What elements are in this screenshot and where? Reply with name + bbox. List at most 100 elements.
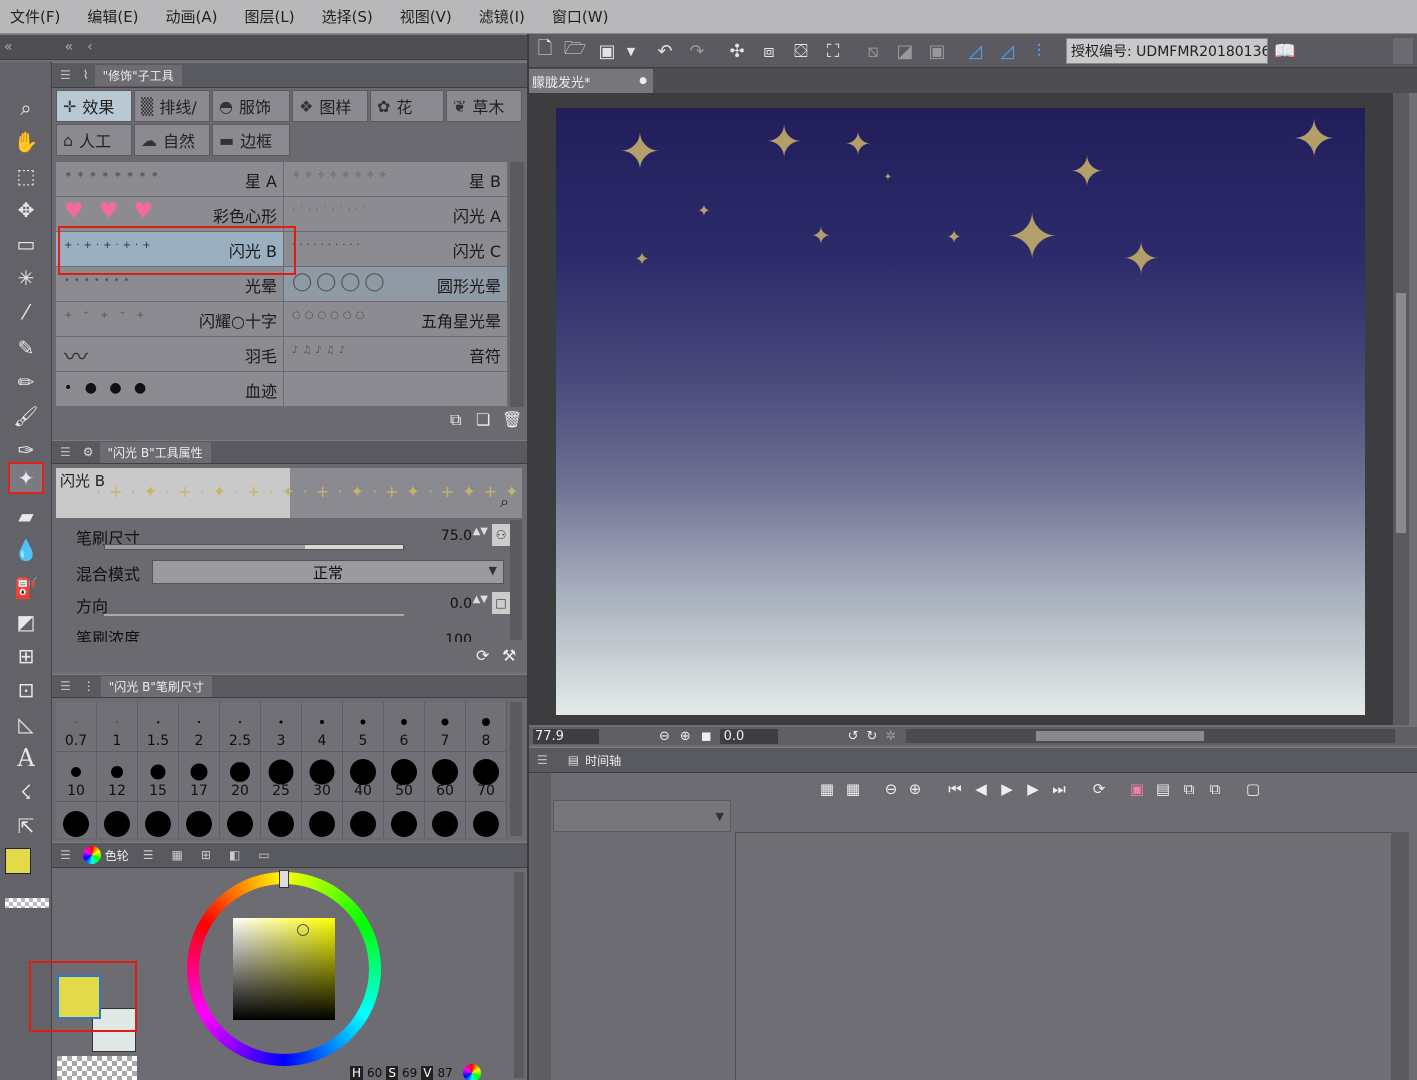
brush-size-scrollbar[interactable] bbox=[510, 702, 522, 836]
menu-select[interactable]: 选择(S) bbox=[322, 6, 373, 27]
brush-size-option[interactable]: 5 bbox=[343, 702, 384, 752]
brush-size-option[interactable]: 4 bbox=[302, 702, 343, 752]
snap-special-ruler-icon[interactable]: ◿ bbox=[994, 38, 1020, 64]
brush-size-option[interactable] bbox=[302, 802, 343, 838]
tab-plants[interactable]: ❦ 草木 bbox=[446, 90, 522, 122]
pencil-tool-icon[interactable]: ✏ bbox=[8, 366, 44, 398]
brush-size-option[interactable]: 40 bbox=[343, 752, 384, 802]
brush-size-option[interactable]: 1 bbox=[97, 702, 138, 752]
intermediate-color-tab-icon[interactable]: ⊞ bbox=[201, 848, 211, 862]
panel-menu-icon[interactable]: ☰ bbox=[60, 679, 71, 693]
brush-tool-icon[interactable]: 🖌 bbox=[8, 400, 44, 432]
brush-size-option[interactable]: 30 bbox=[302, 752, 343, 802]
direction-slider[interactable] bbox=[104, 614, 404, 616]
timeline-title[interactable]: 时间轴 bbox=[585, 752, 621, 769]
onion-skin-icon[interactable]: ⧉ bbox=[1178, 778, 1200, 800]
deselect-icon[interactable]: ⧅ bbox=[860, 38, 886, 64]
zoom-out-icon[interactable]: ⊖ bbox=[659, 729, 670, 744]
spin-arrows-icon[interactable]: ▲▼ bbox=[473, 594, 488, 605]
blend-mode-select[interactable]: 正常 ▼ bbox=[152, 560, 504, 584]
text-tool-icon[interactable]: A bbox=[8, 742, 44, 774]
canvas-hscroll[interactable] bbox=[906, 729, 1395, 743]
menu-filter[interactable]: 滤镜(I) bbox=[479, 6, 525, 27]
brush-size-option[interactable]: 12 bbox=[97, 752, 138, 802]
canvas-vscroll[interactable] bbox=[1393, 93, 1409, 725]
brush-size-option[interactable]: 2 bbox=[179, 702, 220, 752]
brush-size-option[interactable]: 25 bbox=[261, 752, 302, 802]
brush-size-option[interactable]: 70 bbox=[466, 752, 507, 802]
auto-select-icon[interactable]: ✳ bbox=[8, 262, 44, 294]
clear-icon[interactable]: ✣ bbox=[724, 38, 750, 64]
blend-tool-icon[interactable]: 💧 bbox=[8, 534, 44, 566]
menu-layer[interactable]: 图层(L) bbox=[245, 6, 295, 27]
new-file-icon[interactable]: 🗋 bbox=[532, 38, 558, 64]
panel-menu-icon[interactable]: ☰ bbox=[537, 753, 548, 767]
brush-size-option[interactable]: 50 bbox=[384, 752, 425, 802]
brush-size-option[interactable]: 60 bbox=[425, 752, 466, 802]
snap-ruler-icon[interactable]: ◿ bbox=[962, 38, 988, 64]
timeline-zoom-in-icon[interactable]: ⊕ bbox=[904, 778, 926, 800]
color-wheel-mode-icon[interactable] bbox=[462, 1064, 481, 1080]
layer-clear-icon[interactable]: ⧈ bbox=[756, 38, 782, 64]
new-timeline-icon[interactable]: ▦ bbox=[816, 778, 838, 800]
brush-size-option[interactable]: 6 bbox=[384, 702, 425, 752]
hue-handle[interactable] bbox=[279, 870, 289, 888]
timeline-track-area[interactable] bbox=[735, 832, 1391, 1080]
brush-size-option[interactable] bbox=[384, 802, 425, 838]
brush-size-option[interactable]: 2.5 bbox=[220, 702, 261, 752]
subtool-blood[interactable]: • ● ● ● 血迹 bbox=[56, 372, 284, 407]
transparent-color-small[interactable] bbox=[5, 898, 49, 908]
first-frame-icon[interactable]: ⏮ bbox=[944, 778, 966, 800]
fill-icon[interactable]: ⛋ bbox=[788, 38, 814, 64]
subtool-feather[interactable]: 〰羽毛 bbox=[56, 337, 284, 372]
brush-size-option[interactable]: 8 bbox=[466, 702, 507, 752]
balloon-tool-icon[interactable]: ☇ bbox=[8, 776, 44, 808]
tab-clothing[interactable]: ◓ 服饰 bbox=[212, 90, 290, 122]
new-subtool-icon[interactable]: ❏ bbox=[476, 410, 490, 429]
brush-size-option[interactable] bbox=[56, 802, 97, 838]
transparent-color-swatch[interactable] bbox=[57, 1056, 137, 1080]
brush-size-option[interactable] bbox=[343, 802, 384, 838]
zoom-in-icon[interactable]: ⊕ bbox=[680, 729, 691, 744]
timeline-select[interactable]: ▼ bbox=[553, 800, 731, 832]
tab-flower[interactable]: ✿ 花 bbox=[370, 90, 444, 122]
panel-menu-icon[interactable]: ☰ bbox=[60, 445, 71, 459]
eyedropper-icon[interactable]: ⁄ bbox=[8, 296, 44, 328]
hand-tool-icon[interactable]: ✋ bbox=[8, 126, 44, 158]
brush-size-option[interactable]: 1.5 bbox=[138, 702, 179, 752]
color-set-tab-icon[interactable]: ▦ bbox=[172, 848, 183, 862]
brush-size-option[interactable]: 0.7 bbox=[56, 702, 97, 752]
subtool-star-a[interactable]: ✶✶✶✶✶✶✶✶ 星 A bbox=[56, 162, 284, 197]
light-table-icon[interactable]: ⧉ bbox=[1204, 778, 1226, 800]
redo-icon[interactable]: ↷ bbox=[684, 38, 710, 64]
color-slider-tab-icon[interactable]: ☰ bbox=[143, 848, 154, 862]
brush-size-option[interactable] bbox=[466, 802, 507, 838]
menu-edit[interactable]: 编辑(E) bbox=[87, 6, 138, 27]
brush-size-option[interactable] bbox=[179, 802, 220, 838]
undo-icon[interactable]: ↶ bbox=[652, 38, 678, 64]
decoration-tool-icon[interactable]: ✦ bbox=[8, 462, 44, 494]
ruler-tool-icon[interactable]: ◺ bbox=[8, 708, 44, 740]
subtool-music-notes[interactable]: ♪♫♪♫♪ 音符 bbox=[284, 337, 508, 372]
next-frame-icon[interactable]: ▶ bbox=[1022, 778, 1044, 800]
object-tool-icon[interactable]: ⬚ bbox=[8, 160, 44, 192]
copy-subtool-icon[interactable]: ⧉ bbox=[450, 410, 461, 430]
main-color-small[interactable] bbox=[5, 848, 31, 874]
property-scrollbar[interactable] bbox=[510, 520, 522, 640]
tab-effect[interactable]: ✛ 效果 bbox=[56, 90, 132, 122]
zoom-preview-icon[interactable]: ⌕ bbox=[500, 492, 509, 512]
brush-size-option[interactable]: 15 bbox=[138, 752, 179, 802]
tab-pattern[interactable]: ❖ 图样 bbox=[292, 90, 368, 122]
menu-view[interactable]: 视图(V) bbox=[400, 6, 452, 27]
timeline-zoom-out-icon[interactable]: ⊖ bbox=[880, 778, 902, 800]
specify-cel-icon[interactable]: ▤ bbox=[1152, 778, 1174, 800]
color-scrollbar[interactable] bbox=[514, 872, 524, 1078]
save-icon[interactable]: ▣ bbox=[594, 38, 620, 64]
subtool-sparkle-c[interactable]: ·········· 闪光 C bbox=[284, 232, 508, 267]
subtool-shine-cross[interactable]: + ⁺ + ⁺ + 闪耀○十字 bbox=[56, 302, 284, 337]
subtool-scrollbar[interactable] bbox=[510, 162, 524, 407]
manual-book-icon[interactable]: 📖 bbox=[1272, 38, 1298, 64]
menu-window[interactable]: 窗口(W) bbox=[552, 6, 609, 27]
prev-frame-icon[interactable]: ◀ bbox=[970, 778, 992, 800]
brush-size-option[interactable]: 3 bbox=[261, 702, 302, 752]
